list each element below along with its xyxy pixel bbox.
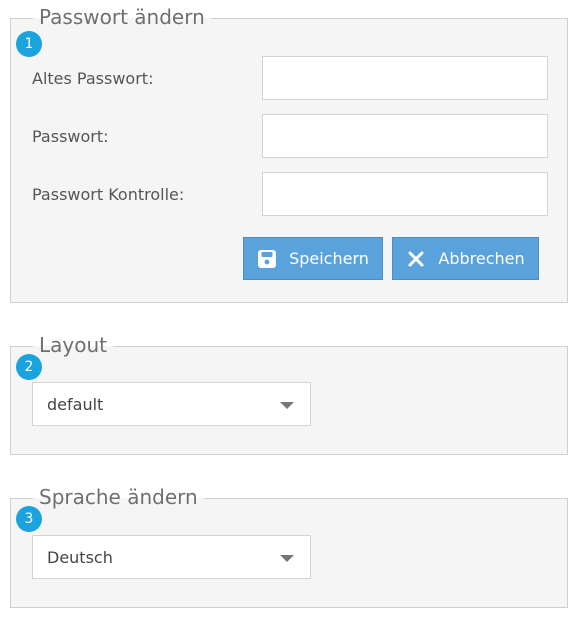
save-button-label: Speichern	[289, 249, 369, 268]
layout-select[interactable]: default	[32, 382, 311, 426]
language-section-title: Sprache ändern	[33, 485, 204, 509]
password-section-title: Passwort ändern	[33, 5, 211, 29]
password-section: Passwort ändern 1 Altes Passwort: Passwo…	[10, 5, 568, 303]
layout-section-title: Layout	[33, 333, 113, 357]
close-icon	[406, 249, 426, 269]
cancel-button[interactable]: Abbrechen	[392, 237, 539, 280]
caret-down-icon	[280, 402, 294, 409]
confirm-password-label: Passwort Kontrolle:	[32, 185, 185, 204]
old-password-label: Altes Passwort:	[32, 69, 154, 88]
cancel-button-label: Abbrechen	[438, 249, 525, 268]
old-password-input[interactable]	[262, 56, 548, 100]
language-select[interactable]: Deutsch	[32, 535, 311, 579]
step-badge-2: 2	[16, 354, 42, 380]
step-badge-1: 1	[16, 31, 42, 57]
floppy-disk-icon	[257, 249, 277, 269]
step-badge-3: 3	[16, 506, 42, 532]
new-password-label: Passwort:	[32, 127, 109, 146]
language-select-value: Deutsch	[47, 548, 113, 567]
confirm-password-input[interactable]	[262, 172, 548, 216]
layout-select-value: default	[47, 395, 104, 414]
new-password-input[interactable]	[262, 114, 548, 158]
caret-down-icon	[280, 555, 294, 562]
layout-section: Layout 2 default	[10, 333, 568, 455]
language-section: Sprache ändern 3 Deutsch	[10, 485, 568, 608]
save-button[interactable]: Speichern	[243, 237, 383, 280]
